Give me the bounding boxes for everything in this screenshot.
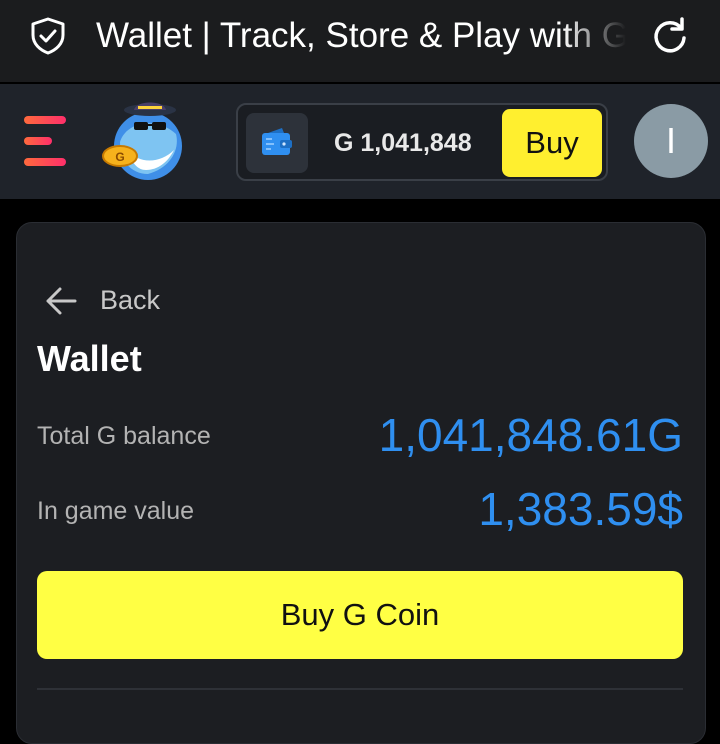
total-balance-value: 1,041,848.61G [378,409,683,461]
wallet-button[interactable] [246,113,308,173]
in-game-value-amount: 1,383.59$ [478,483,683,535]
wallet-heading: Wallet [37,338,142,379]
svg-text:G: G [115,150,124,164]
avatar[interactable]: I [634,104,708,178]
shield-check-icon[interactable] [30,17,66,55]
reload-icon[interactable] [650,16,690,56]
page-title: Wallet | Track, Store & Play with G Coin [96,16,626,55]
wallet-icon [262,128,292,155]
header-balance-widget: G 1,041,848 Buy [236,103,608,181]
shark-mascot-logo[interactable]: G [98,98,190,184]
hamburger-menu-icon[interactable] [20,112,68,168]
in-game-value-label: In game value [37,497,195,525]
header-buy-button[interactable]: Buy [502,109,602,177]
total-balance-label: Total G balance [37,422,211,450]
arrow-left-icon [46,287,77,315]
back-label: Back [100,285,161,315]
header-balance-amount: G 1,041,848 [334,129,472,157]
browser-bar: Wallet | Track, Store & Play with G Coin [0,0,720,84]
buy-g-coin-button[interactable]: Buy G Coin [37,571,683,659]
